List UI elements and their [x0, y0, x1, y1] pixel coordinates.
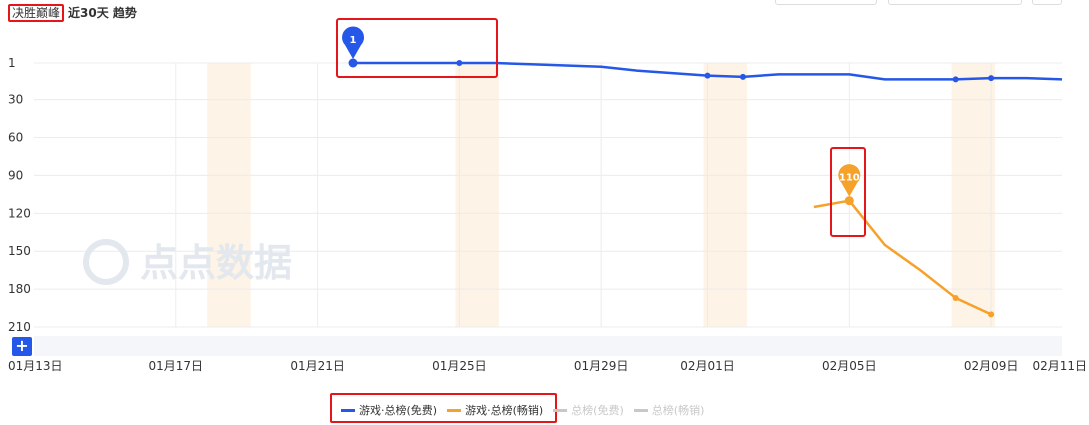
x-tick-label: 01月13日 — [8, 359, 63, 373]
legend-label: 游戏·总榜(免费) — [359, 404, 438, 417]
legend: 游戏·总榜(免费) 游戏·总榜(畅销) 总榜(免费) 总榜(畅销) — [341, 402, 704, 418]
series-point — [952, 76, 959, 83]
x-tick-label: 01月17日 — [149, 359, 204, 373]
series-point — [739, 73, 746, 80]
legend-item[interactable]: 游戏·总榜(免费) — [341, 402, 437, 418]
legend-item[interactable]: 游戏·总榜(畅销) — [447, 402, 543, 418]
y-tick-label: 30 — [8, 93, 23, 107]
peak-label: 110 — [839, 173, 860, 184]
peak-point — [844, 196, 854, 206]
x-tick-label: 02月05日 — [822, 359, 877, 373]
y-tick-label: 210 — [8, 320, 31, 334]
legend-label: 总榜(畅销) — [651, 404, 705, 417]
series-point — [704, 72, 711, 79]
watermark-logo-icon — [83, 239, 129, 285]
legend-item[interactable]: 总榜(畅销) — [633, 402, 705, 418]
legend-label: 游戏·总榜(畅销) — [465, 404, 544, 417]
series-point — [952, 294, 959, 301]
x-tick-label: 02月09日 — [964, 359, 1019, 373]
legend-item[interactable]: 总榜(免费) — [553, 402, 624, 418]
legend-swatch — [341, 408, 355, 412]
navigator-strip — [34, 336, 1062, 356]
y-tick-label: 60 — [8, 131, 23, 145]
weekend-band — [951, 63, 996, 327]
series-point — [456, 60, 463, 66]
x-tick-label: 01月29日 — [574, 359, 629, 373]
legend-swatch — [553, 408, 568, 412]
zoom-add-button[interactable]: + — [12, 337, 32, 356]
weekend-band — [703, 63, 747, 327]
series-point — [988, 75, 995, 82]
peak-label: 1 — [350, 35, 357, 46]
x-tick-label: 02月11日 — [1032, 359, 1087, 373]
y-tick-label: 1 — [8, 56, 16, 70]
y-tick-label: 120 — [8, 206, 31, 220]
series-point — [988, 311, 995, 318]
y-tick-label: 180 — [8, 282, 31, 296]
y-tick-label: 150 — [8, 244, 31, 258]
watermark: 点点数据 — [140, 241, 292, 285]
rank-trend-chart: 1 30 60 90 120 150 180 210 点点数据 01月13日 01月17日 01月21… — [8, 18, 1087, 373]
peak-point — [348, 58, 358, 68]
weekend-band — [455, 63, 499, 327]
x-tick-label: 01月21日 — [290, 359, 345, 373]
weekend-band — [207, 63, 251, 327]
legend-swatch — [447, 408, 462, 412]
legend-swatch — [633, 408, 648, 412]
legend-label: 总榜(免费) — [571, 404, 624, 417]
y-tick-label: 90 — [8, 168, 23, 182]
x-tick-label: 02月01日 — [680, 359, 735, 373]
x-tick-label: 01月25日 — [432, 359, 487, 373]
